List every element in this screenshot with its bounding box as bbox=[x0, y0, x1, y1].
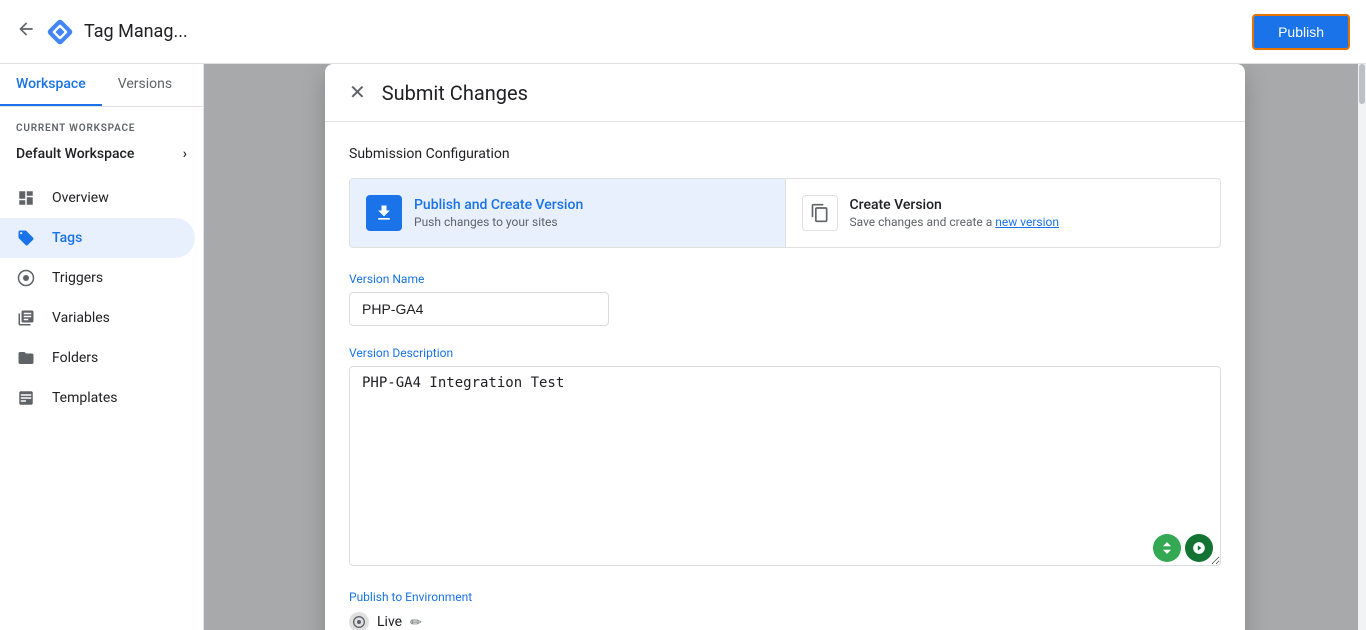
create-version-title: Create Version bbox=[850, 197, 1060, 213]
triggers-icon bbox=[16, 268, 36, 288]
variables-icon bbox=[16, 308, 36, 328]
gtm-logo bbox=[44, 16, 76, 48]
new-version-link[interactable]: new version bbox=[995, 215, 1059, 229]
sidebar-tabs: Workspace Versions bbox=[0, 64, 203, 107]
folders-icon bbox=[16, 348, 36, 368]
option-create-version[interactable]: Create Version Save changes and create a… bbox=[786, 179, 1221, 247]
dialog-body: Submission Configuration Publish and Cre… bbox=[325, 122, 1245, 630]
tab-workspace[interactable]: Workspace bbox=[0, 64, 102, 106]
version-desc-label: Version Description bbox=[349, 346, 1221, 360]
triggers-label: Triggers bbox=[52, 270, 103, 286]
sidebar-item-tags[interactable]: Tags bbox=[0, 218, 195, 258]
create-version-text: Create Version Save changes and create a… bbox=[850, 197, 1060, 229]
scrollbar-track[interactable] bbox=[1358, 64, 1366, 630]
env-row: Live ✏ bbox=[349, 612, 1221, 630]
tags-label: Tags bbox=[52, 230, 82, 246]
app-title: Tag Manag... bbox=[84, 21, 188, 42]
version-desc-textarea[interactable]: PHP-GA4 Integration Test bbox=[349, 366, 1221, 566]
workspace-chevron-icon: › bbox=[183, 146, 187, 162]
sidebar: Workspace Versions CURRENT WORKSPACE Def… bbox=[0, 64, 204, 630]
version-name-input[interactable] bbox=[349, 292, 609, 326]
textarea-icons bbox=[1153, 534, 1213, 562]
publish-button[interactable]: Publish bbox=[1252, 14, 1350, 50]
textarea-green-btn[interactable] bbox=[1153, 534, 1181, 562]
publish-option-subtitle: Push changes to your sites bbox=[414, 215, 583, 229]
version-desc-section: Version Description PHP-GA4 Integration … bbox=[349, 346, 1221, 570]
option-publish-create[interactable]: Publish and Create Version Push changes … bbox=[350, 179, 786, 247]
workspace-selector[interactable]: Default Workspace › bbox=[0, 138, 203, 170]
submission-config-label: Submission Configuration bbox=[349, 146, 1221, 162]
submit-changes-dialog: ✕ Submit Changes Submission Configuratio… bbox=[325, 64, 1245, 630]
sidebar-item-overview[interactable]: Overview bbox=[0, 178, 195, 218]
create-version-icon bbox=[802, 195, 838, 231]
scrollbar-thumb[interactable] bbox=[1359, 64, 1365, 104]
sidebar-item-variables[interactable]: Variables bbox=[0, 298, 195, 338]
overview-label: Overview bbox=[52, 190, 109, 206]
publish-option-text: Publish and Create Version Push changes … bbox=[414, 197, 583, 229]
create-version-subtitle: Save changes and create a new version bbox=[850, 215, 1060, 229]
textarea-teal-btn[interactable] bbox=[1185, 534, 1213, 562]
dialog-title: Submit Changes bbox=[382, 81, 528, 105]
dialog-close-button[interactable]: ✕ bbox=[349, 80, 366, 105]
env-edit-button[interactable]: ✏ bbox=[410, 614, 422, 630]
current-workspace-label: CURRENT WORKSPACE bbox=[0, 107, 203, 138]
workspace-name: Default Workspace bbox=[16, 146, 134, 162]
publish-env-label: Publish to Environment bbox=[349, 590, 1221, 604]
overview-icon bbox=[16, 188, 36, 208]
publish-option-title: Publish and Create Version bbox=[414, 197, 583, 213]
sidebar-item-triggers[interactable]: Triggers bbox=[0, 258, 195, 298]
publish-icon bbox=[366, 195, 402, 231]
templates-label: Templates bbox=[52, 390, 118, 406]
top-header: Tag Manag... Publish bbox=[0, 0, 1366, 64]
folders-label: Folders bbox=[52, 350, 98, 366]
templates-icon bbox=[16, 388, 36, 408]
option-cards: Publish and Create Version Push changes … bbox=[349, 178, 1221, 248]
dialog-overlay: ✕ Submit Changes Submission Configuratio… bbox=[204, 64, 1366, 630]
tab-versions[interactable]: Versions bbox=[102, 64, 188, 106]
textarea-wrapper: PHP-GA4 Integration Test bbox=[349, 366, 1221, 570]
version-name-section: Version Name bbox=[349, 272, 1221, 326]
dialog-header: ✕ Submit Changes bbox=[325, 64, 1245, 122]
version-name-label: Version Name bbox=[349, 272, 1221, 286]
sidebar-item-folders[interactable]: Folders bbox=[0, 338, 195, 378]
env-name: Live bbox=[377, 614, 402, 630]
variables-label: Variables bbox=[52, 310, 110, 326]
env-live-icon bbox=[349, 612, 369, 630]
tags-icon bbox=[16, 228, 36, 248]
main-layout: Workspace Versions CURRENT WORKSPACE Def… bbox=[0, 64, 1366, 630]
sidebar-item-templates[interactable]: Templates bbox=[0, 378, 195, 418]
publish-env-section: Publish to Environment Live ✏ bbox=[349, 590, 1221, 630]
back-button[interactable] bbox=[16, 19, 36, 45]
nav-items: Overview Tags Triggers Var bbox=[0, 178, 203, 418]
